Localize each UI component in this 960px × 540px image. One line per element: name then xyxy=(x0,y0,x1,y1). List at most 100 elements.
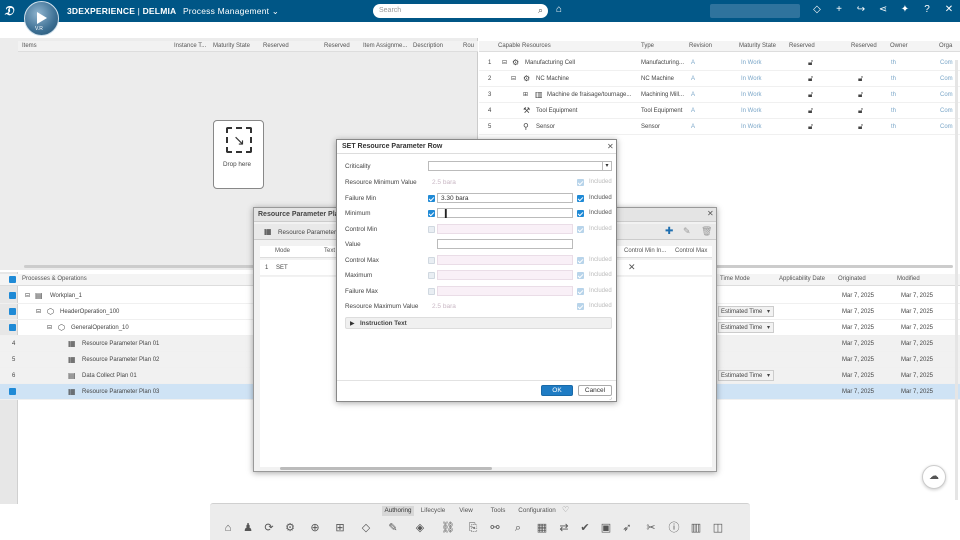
collapse-icon[interactable]: ⊟ xyxy=(511,75,516,82)
row-checkbox[interactable] xyxy=(9,292,16,299)
cancel-button[interactable]: Cancel xyxy=(578,385,612,396)
col-revision[interactable]: Revision xyxy=(689,43,712,49)
add-row-icon[interactable]: ✚ xyxy=(665,226,673,237)
edit-icon[interactable]: ✎ xyxy=(683,226,691,237)
tools-icon[interactable]: ✂ xyxy=(643,520,659,536)
share-network-icon[interactable]: ⋖ xyxy=(876,4,890,15)
lock-icon[interactable]: 🔓︎ xyxy=(808,58,813,68)
drop-zone[interactable]: ↘ Drop here xyxy=(213,120,264,189)
control-min-checkbox[interactable] xyxy=(428,226,435,233)
col-modified[interactable]: Modified xyxy=(897,276,920,282)
row-checkbox[interactable] xyxy=(9,388,16,395)
col-type[interactable]: Type xyxy=(641,43,654,49)
col-mode[interactable]: Mode xyxy=(275,248,290,254)
table-delete-icon[interactable]: ▦ xyxy=(534,520,550,536)
collapse-icon[interactable]: ⊟ xyxy=(25,292,30,299)
chevron-down-icon[interactable]: ⌄ xyxy=(272,6,279,16)
close-icon[interactable]: ✕ xyxy=(607,142,614,151)
search-tool-icon[interactable]: ⌕ xyxy=(510,520,526,536)
app-brand[interactable]: 3DEXPERIENCE | DELMIA Process Management… xyxy=(67,6,279,17)
grid-icon[interactable]: ▣ xyxy=(598,520,614,536)
collapse-icon[interactable]: ⊟ xyxy=(502,59,507,66)
lock-icon[interactable]: 🔓︎ xyxy=(808,106,813,116)
delete-icon[interactable]: 🗑︎ xyxy=(701,226,712,237)
select-all-checkbox[interactable] xyxy=(9,276,16,283)
minimum-input[interactable] xyxy=(437,208,573,218)
row-checkbox[interactable] xyxy=(9,324,16,331)
col-processes-operations[interactable]: Processes & Operations xyxy=(22,276,87,282)
table-row[interactable]: 5 ⚲ Sensor Sensor A In Work 🔓︎ 🔓︎ th Com xyxy=(479,119,960,135)
col-reserved-a[interactable]: Reserved xyxy=(263,43,289,49)
link-icon[interactable]: ⛓ xyxy=(440,520,456,536)
swap-icon[interactable]: ⇄ xyxy=(556,520,572,536)
collapse-icon[interactable]: ⊟ xyxy=(47,324,52,331)
col-capable-resources[interactable]: Capable Resources xyxy=(498,43,551,49)
col-maturity-state[interactable]: Maturity State xyxy=(213,43,250,49)
tab-tools[interactable]: Tools xyxy=(484,506,512,516)
lock-icon[interactable]: 🔓︎ xyxy=(808,90,813,100)
tab-view[interactable]: View xyxy=(452,506,480,516)
lock-icon[interactable]: 🔓︎ xyxy=(858,90,863,100)
time-mode-dropdown[interactable]: Estimated Time ▾ xyxy=(718,322,774,333)
lock-icon[interactable]: 🔓︎ xyxy=(858,106,863,116)
col-organization[interactable]: Orga xyxy=(939,43,952,49)
dropdown-arrow-icon[interactable]: ▾ xyxy=(602,161,611,171)
col-applicability-date[interactable]: Applicability Date xyxy=(779,276,825,282)
col-description[interactable]: Description xyxy=(413,43,443,49)
compass-apps-icon[interactable]: ✦ xyxy=(898,4,912,15)
instruction-text-expander[interactable]: ▶ Instruction Text xyxy=(345,317,612,329)
col-owner[interactable]: Owner xyxy=(890,43,908,49)
table-row[interactable]: 4 ⚒ Tool Equipment Tool Equipment A In W… xyxy=(479,103,960,119)
assistant-bubble[interactable]: ☁ xyxy=(922,465,946,489)
control-max-checkbox[interactable] xyxy=(428,257,435,264)
move-icon[interactable]: ◇ xyxy=(358,520,374,536)
compass-widget[interactable]: V.R xyxy=(24,1,59,36)
col-time-mode[interactable]: Time Mode xyxy=(720,276,750,282)
insert-icon[interactable]: ⊕ xyxy=(307,520,323,536)
table-row[interactable]: 1 ⊟ ⚙ Manufacturing Cell Manufacturing..… xyxy=(479,55,960,71)
tab-authoring[interactable]: Authoring xyxy=(382,506,414,516)
expand-icon[interactable]: ⊞ xyxy=(523,91,528,98)
failure-min-checkbox[interactable] xyxy=(428,195,435,202)
search-field[interactable]: Search ⌕ xyxy=(373,4,548,18)
failure-min-included-checkbox[interactable] xyxy=(577,195,584,202)
rpp-tab-label[interactable]: Resource Parameter P xyxy=(278,229,342,236)
help-icon[interactable]: ? xyxy=(920,4,934,15)
col-reserved-1[interactable]: Reserved xyxy=(789,43,815,49)
criticality-select[interactable]: ▾ xyxy=(428,161,612,171)
col-text[interactable]: Text xyxy=(324,248,335,254)
user-name-blurred[interactable] xyxy=(710,4,800,18)
close-icon[interactable]: ✕ xyxy=(707,209,714,218)
lock-icon[interactable]: 🔓︎ xyxy=(858,122,863,132)
worker-icon[interactable]: ♟ xyxy=(240,520,256,536)
share-arrow-icon[interactable]: ↪ xyxy=(854,4,868,15)
col-items[interactable]: Items xyxy=(22,43,37,49)
home-icon[interactable]: ⌂ xyxy=(220,520,236,536)
col-reserved-2[interactable]: Reserved xyxy=(851,43,877,49)
tab-configuration[interactable]: Configuration xyxy=(515,506,559,516)
minimum-included-checkbox[interactable] xyxy=(577,210,584,217)
col-instance-type[interactable]: Instance T... xyxy=(174,43,206,49)
lock-icon[interactable]: 🔓︎ xyxy=(808,74,813,84)
col-originated[interactable]: Originated xyxy=(838,276,866,282)
col-reserved-b[interactable]: Reserved xyxy=(324,43,350,49)
favorite-icon[interactable]: ♡ xyxy=(562,505,569,514)
value-input[interactable] xyxy=(437,239,573,249)
operation-icon[interactable]: ⊞ xyxy=(332,520,348,536)
table-row[interactable]: 3 ⊞ ▥ Machine de fraisage/tournage... Ma… xyxy=(479,87,960,103)
ok-button[interactable]: OK xyxy=(541,385,573,396)
maximum-checkbox[interactable] xyxy=(428,272,435,279)
search-input[interactable]: Search xyxy=(379,7,401,14)
layout-icon[interactable]: ◫ xyxy=(710,520,726,536)
row-checkbox[interactable] xyxy=(9,308,16,315)
assign-icon[interactable]: ◈ xyxy=(412,520,428,536)
table-row[interactable]: 2 ⊟ ⚙ NC Machine NC Machine A In Work 🔓︎… xyxy=(479,71,960,87)
resource-icon[interactable]: ⚙ xyxy=(282,520,298,536)
time-mode-dropdown[interactable]: Estimated Time ▾ xyxy=(718,370,774,381)
time-mode-dropdown[interactable]: Estimated Time ▾ xyxy=(718,306,774,317)
rpp-scrollbar[interactable] xyxy=(280,467,492,470)
add-icon[interactable]: + xyxy=(832,4,846,15)
edit-tool-icon[interactable]: ✎ xyxy=(385,520,401,536)
col-control-max[interactable]: Control Max xyxy=(675,248,707,254)
search-icon[interactable]: ⌕ xyxy=(538,5,543,16)
